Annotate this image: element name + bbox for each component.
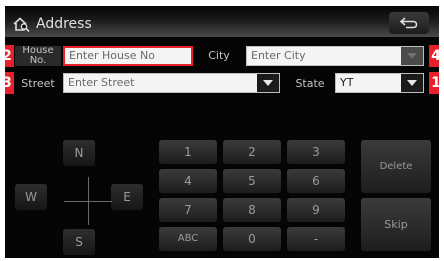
direction-east-button[interactable]: E xyxy=(111,184,143,210)
street-label: Street xyxy=(21,77,55,90)
navigation-screen: Address 2 House No. Enter House No City … xyxy=(5,6,439,258)
city-dropdown-button[interactable] xyxy=(401,47,423,65)
back-button[interactable] xyxy=(389,12,429,34)
callout-tag-2: 2 xyxy=(5,45,14,67)
chevron-down-icon xyxy=(407,80,417,86)
key-8[interactable]: 8 xyxy=(223,198,281,222)
chevron-down-icon xyxy=(263,80,273,86)
home-search-icon xyxy=(13,17,30,32)
state-dropdown-button[interactable] xyxy=(401,74,423,92)
street-dropdown-button[interactable] xyxy=(257,74,279,92)
key-3[interactable]: 3 xyxy=(287,140,345,164)
direction-pad-crosshair-vertical xyxy=(88,177,89,225)
page-title: Address xyxy=(36,16,92,32)
key-1[interactable]: 1 xyxy=(159,140,217,164)
callout-tag-3: 3 xyxy=(5,72,14,94)
street-placeholder: Enter Street xyxy=(68,76,135,89)
direction-north-button[interactable]: N xyxy=(63,140,95,166)
key-6[interactable]: 6 xyxy=(287,169,345,193)
city-input[interactable]: Enter City xyxy=(246,46,424,66)
back-arrow-icon xyxy=(400,17,418,29)
key-4[interactable]: 4 xyxy=(159,169,217,193)
state-select[interactable]: YT xyxy=(335,73,424,93)
house-no-input[interactable]: Enter House No xyxy=(63,46,193,66)
state-label: State xyxy=(295,77,325,90)
direction-west-button[interactable]: W xyxy=(15,184,47,210)
abc-key[interactable]: ABC xyxy=(159,227,217,251)
dash-key[interactable]: - xyxy=(287,227,345,251)
form-row-house-city: 2 House No. Enter House No City Enter Ci… xyxy=(5,44,439,68)
house-no-label-box: House No. xyxy=(15,46,61,66)
state-value: YT xyxy=(340,76,354,89)
callout-tag-1: 1 xyxy=(429,72,439,94)
callout-tag-4: 4 xyxy=(429,45,439,67)
key-0[interactable]: 0 xyxy=(223,227,281,251)
house-no-label: House No. xyxy=(15,46,61,66)
key-9[interactable]: 9 xyxy=(287,198,345,222)
street-input[interactable]: Enter Street xyxy=(63,73,280,93)
key-2[interactable]: 2 xyxy=(223,140,281,164)
house-no-label-line2: No. xyxy=(29,55,47,66)
chevron-down-icon xyxy=(407,53,417,59)
title-bar: Address xyxy=(5,6,439,37)
skip-button[interactable]: Skip xyxy=(361,198,431,251)
direction-south-button[interactable]: S xyxy=(63,229,95,255)
city-label: City xyxy=(208,49,230,62)
form-row-street-state: 3 Street Enter Street State YT 1 xyxy=(5,71,439,95)
city-placeholder: Enter City xyxy=(251,49,306,62)
delete-button[interactable]: Delete xyxy=(361,140,431,193)
key-5[interactable]: 5 xyxy=(223,169,281,193)
key-7[interactable]: 7 xyxy=(159,198,217,222)
